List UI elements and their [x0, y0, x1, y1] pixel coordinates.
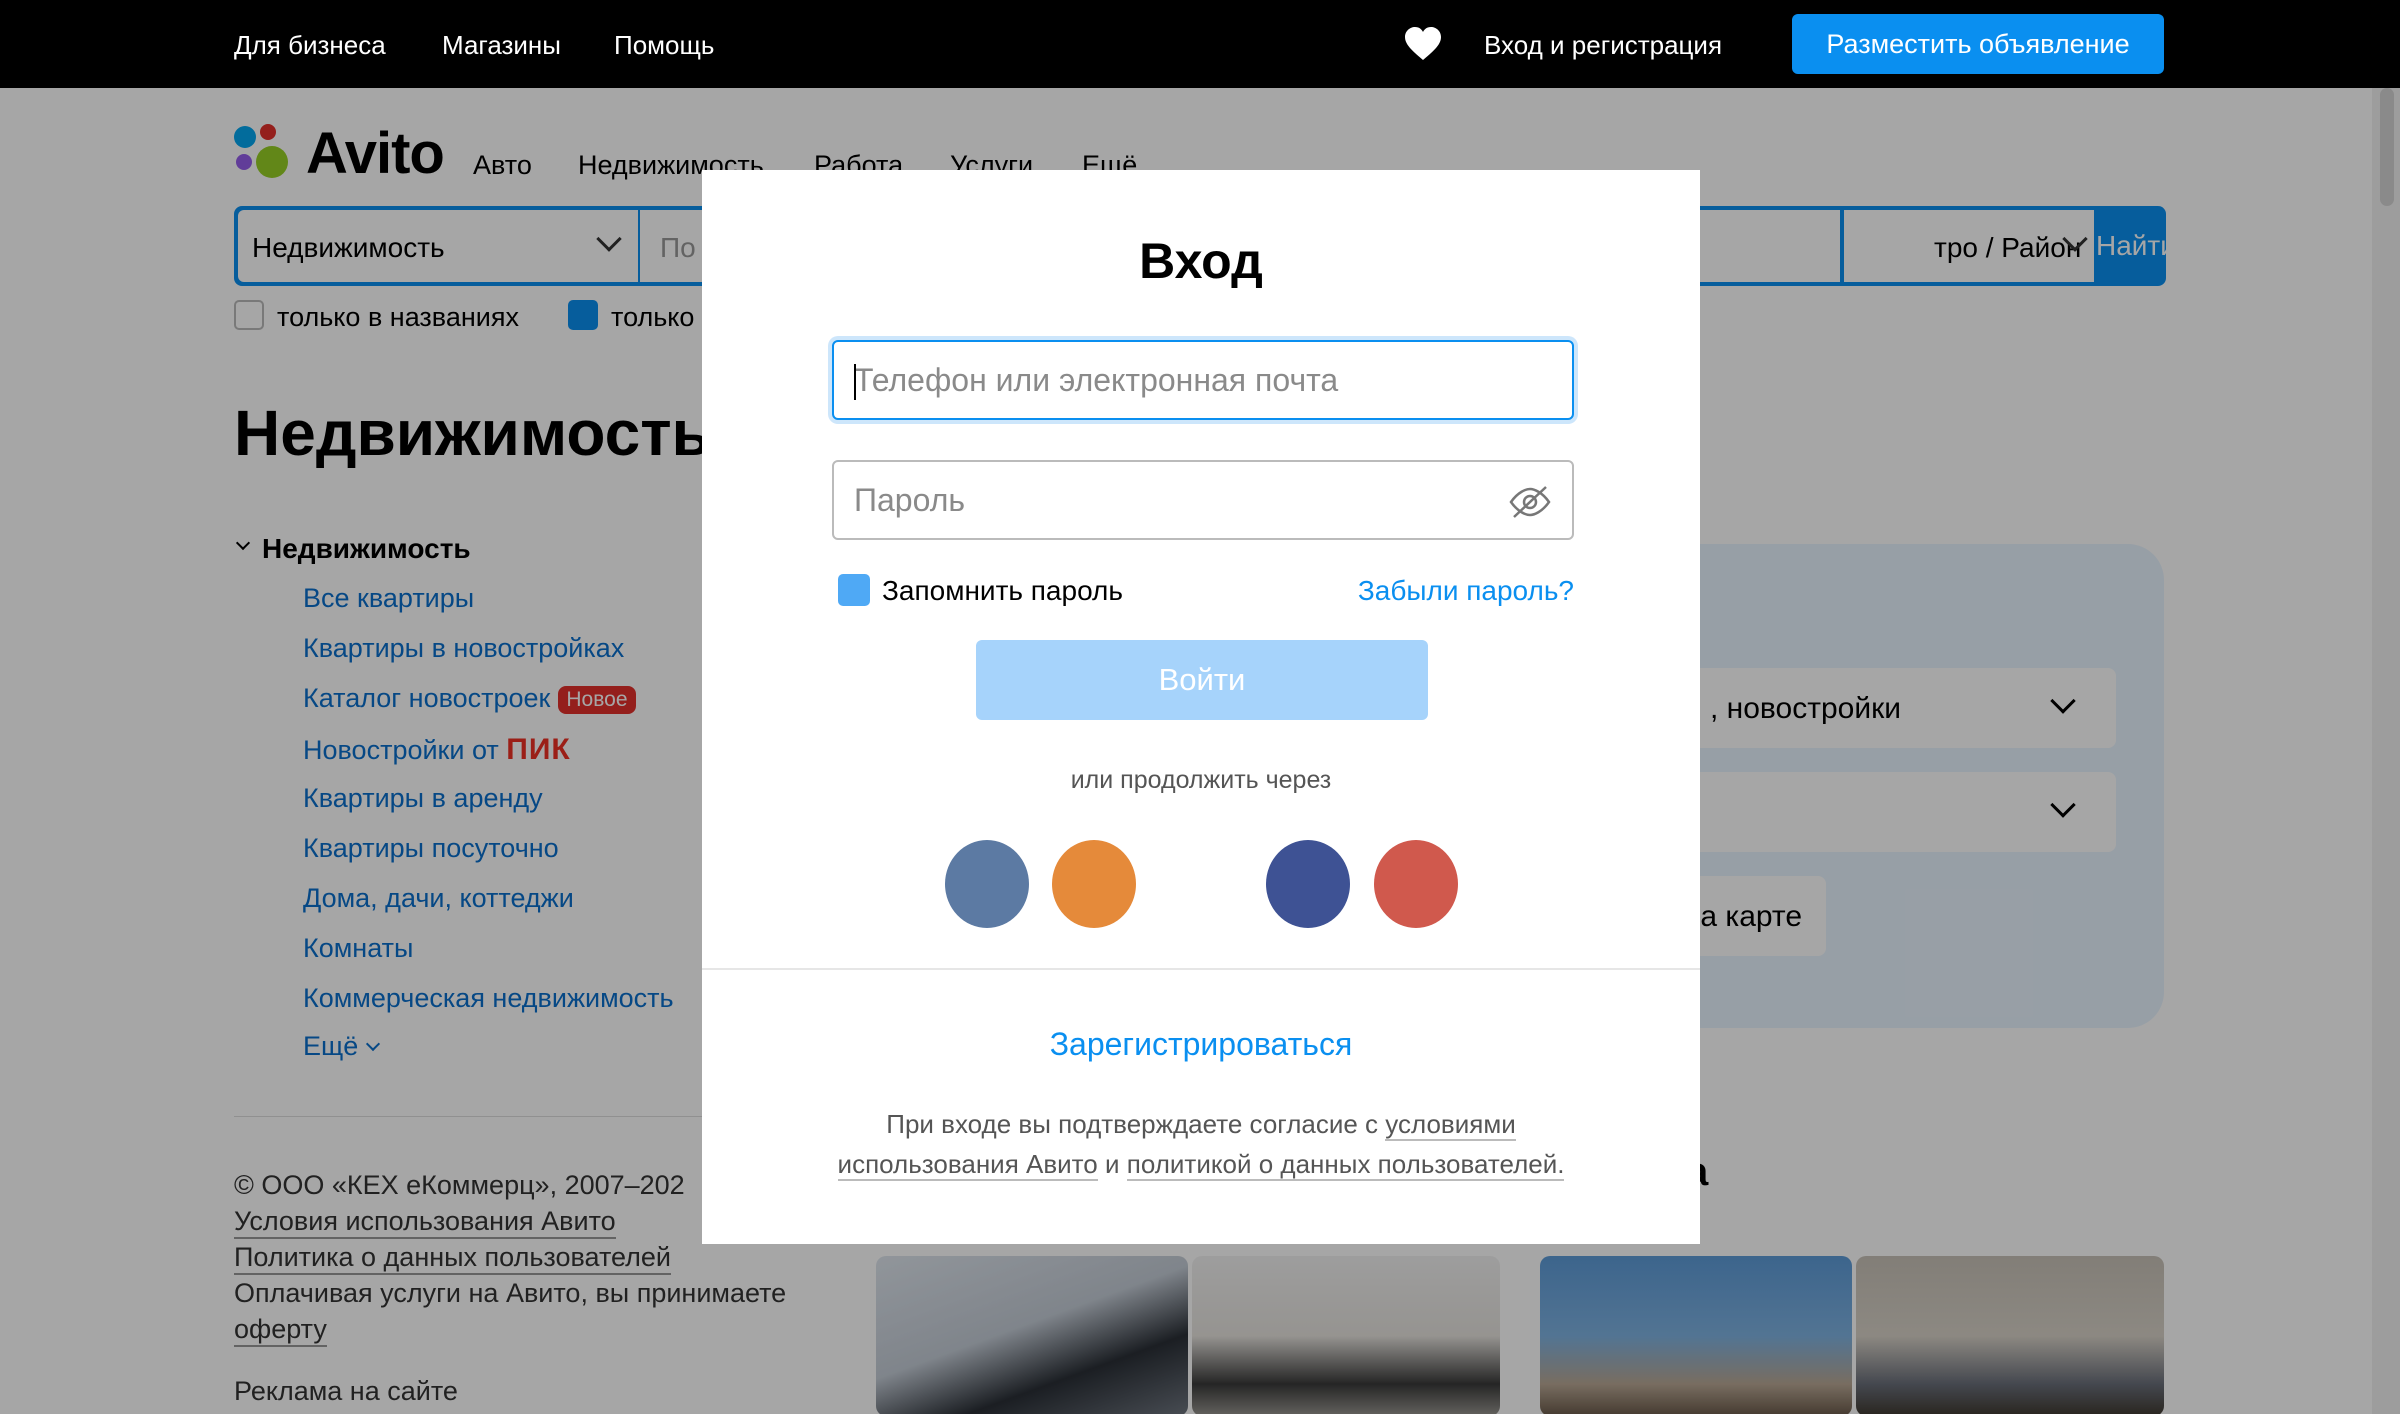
top-bar: Для бизнеса Магазины Помощь Вход и регис…	[0, 0, 2400, 88]
login-input[interactable]	[834, 342, 1572, 418]
ok-icon[interactable]	[1052, 840, 1136, 928]
help-link[interactable]: Помощь	[614, 30, 714, 61]
password-input[interactable]	[834, 462, 1572, 538]
login-register-link[interactable]: Вход и регистрация	[1484, 30, 1722, 61]
facebook-icon[interactable]	[1266, 840, 1350, 928]
legal-privacy-link[interactable]: политикой о данных пользователей.	[1126, 1149, 1565, 1181]
login-field[interactable]	[832, 340, 1574, 420]
remember-password-label: Запомнить пароль	[882, 575, 1123, 606]
shops-link[interactable]: Магазины	[442, 30, 561, 61]
remember-password-checkbox[interactable]	[838, 574, 870, 606]
or-continue-label: или продолжить через	[1070, 766, 1332, 794]
login-submit-button[interactable]: Войти	[976, 640, 1428, 720]
login-modal: Вход Запомнить пароль Забыли пароль? Вой…	[702, 170, 1700, 1244]
scrollbar-thumb[interactable]	[2380, 88, 2394, 206]
modal-divider	[702, 968, 1700, 970]
password-field[interactable]	[832, 460, 1574, 540]
mail-icon[interactable]	[1374, 840, 1458, 928]
forgot-password-link[interactable]: Забыли пароль?	[1358, 575, 1574, 607]
hide-password-eye-icon[interactable]	[1508, 484, 1552, 520]
business-link[interactable]: Для бизнеса	[234, 30, 386, 61]
legal-notice: При входе вы подтверждаете согласие с ус…	[822, 1104, 1580, 1184]
legal-prefix: При входе вы подтверждаете согласие с	[886, 1109, 1379, 1139]
post-ad-button[interactable]: Разместить объявление	[1792, 14, 2164, 74]
vk-icon[interactable]	[945, 840, 1029, 928]
register-link[interactable]: Зарегистрироваться	[702, 1026, 1700, 1063]
legal-and: и	[1105, 1149, 1120, 1179]
scrollbar-track[interactable]	[2372, 88, 2400, 1414]
favorites-heart-icon[interactable]	[1403, 26, 1443, 62]
modal-title: Вход	[1139, 233, 1263, 289]
text-caret	[854, 364, 856, 400]
